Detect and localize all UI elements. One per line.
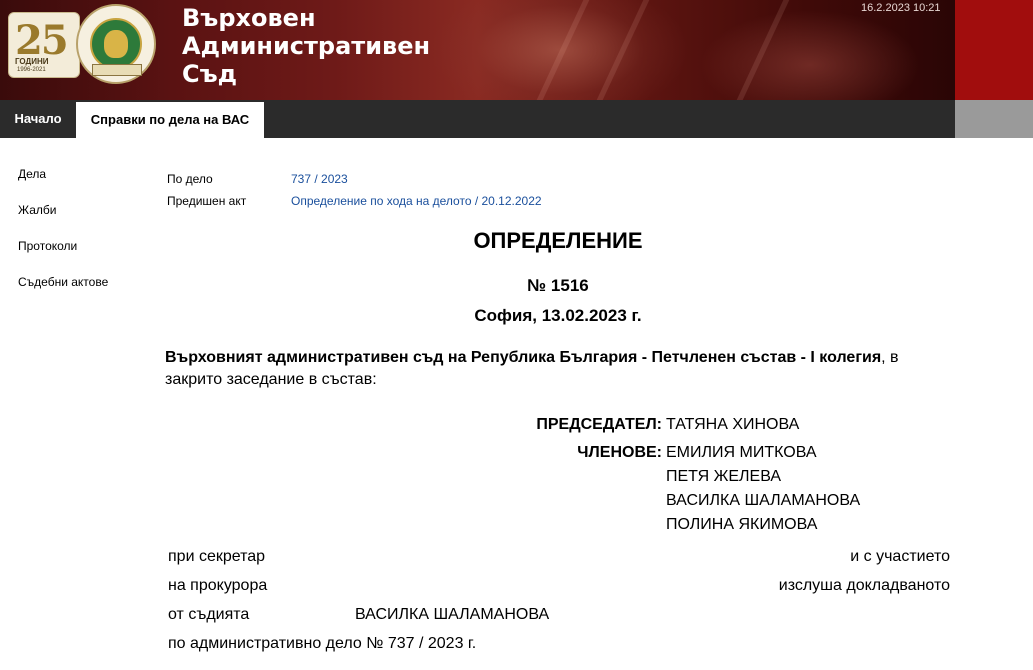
court-name-line-2: Административен xyxy=(182,32,431,60)
judge-label: от съдията xyxy=(168,606,250,623)
court-name-line-1: Върховен xyxy=(182,4,316,32)
participation-label: и с участието xyxy=(850,548,950,565)
member-name: ПЕТЯ ЖЕЛЕВА xyxy=(666,468,782,485)
chairman-name: ТАТЯНА ХИНОВА xyxy=(666,416,800,433)
secretary-label: при секретар xyxy=(168,548,266,565)
nav-case-lookup[interactable]: Справки по дела на ВАС xyxy=(76,102,264,138)
current-datetime: 16.2.2023 10:21 xyxy=(861,2,941,14)
member-name: ПОЛИНА ЯКИМОВА xyxy=(666,516,818,533)
anniversary-logo[interactable]: 25 ГОДИНИ 1996-2021 xyxy=(8,4,158,84)
logo-label: ГОДИНИ xyxy=(15,57,49,66)
panel-composition: ПРЕДСЕДАТЕЛ: ТАТЯНА ХИНОВА ЧЛЕНОВЕ: ЕМИЛ… xyxy=(400,416,920,540)
intro-court-panel: Върховният административен съд на Републ… xyxy=(165,349,882,366)
header-red-block xyxy=(955,0,1033,100)
case-link[interactable]: 737 / 2023 xyxy=(291,172,348,186)
navbar-right-block xyxy=(955,100,1033,138)
document-place-date: София, 13.02.2023 г. xyxy=(474,306,642,325)
member-name: ЕМИЛИЯ МИТКОВА xyxy=(666,444,817,461)
case-reference: по административно дело № 737 / 2023 г. xyxy=(168,635,477,652)
document-number: № 1516 xyxy=(527,276,589,295)
previous-act-label: Предишен акт xyxy=(167,194,247,208)
case-meta: По дело 737 / 2023 Предишен акт Определе… xyxy=(167,172,667,216)
judge-name: ВАСИЛКА ШАЛАМАНОВА xyxy=(355,606,550,623)
nav-home[interactable]: Начало xyxy=(0,100,76,138)
court-name: Върховен Административен Съд xyxy=(182,4,430,88)
chairman-label: ПРЕДСЕДАТЕЛ: xyxy=(536,416,662,433)
logo-years: 1996-2021 xyxy=(17,67,46,73)
case-label: По дело xyxy=(167,172,213,186)
document-title: ОПРЕДЕЛЕНИЕ xyxy=(473,228,643,253)
previous-act-link[interactable]: Определение по хода на делото / 20.12.20… xyxy=(291,194,542,208)
site-header: 25 ГОДИНИ 1996-2021 Върховен Администрат… xyxy=(0,0,1033,100)
main-navbar: Начало Справки по дела на ВАС xyxy=(0,100,955,138)
prosecutor-label: на прокурора xyxy=(168,577,268,594)
heard-label: изслуша докладваното xyxy=(778,577,950,594)
sidebar-item-cases[interactable]: Дела xyxy=(18,166,108,202)
court-name-line-3: Съд xyxy=(182,60,238,88)
court-seal-icon xyxy=(76,4,156,84)
member-name: ВАСИЛКА ШАЛАМАНОВА xyxy=(666,492,861,509)
document-details: при секретар и с участието на прокурора … xyxy=(168,548,950,664)
document-intro: Върховният административен съд на Републ… xyxy=(165,347,955,391)
anniversary-badge: 25 ГОДИНИ 1996-2021 xyxy=(8,12,80,78)
members-label: ЧЛЕНОВЕ: xyxy=(577,444,662,461)
